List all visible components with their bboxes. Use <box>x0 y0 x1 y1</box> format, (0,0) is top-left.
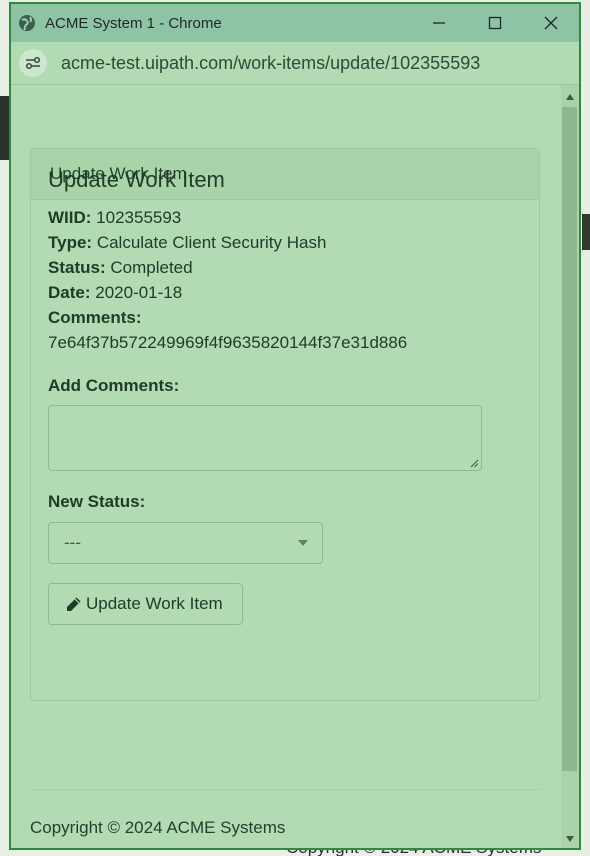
new-status-select[interactable]: --- <box>48 522 323 564</box>
wiid-row: WIID: 102355593 <box>48 205 488 230</box>
status-value: Completed <box>110 258 193 277</box>
close-icon <box>544 16 558 30</box>
date-value: 2020-01-18 <box>95 283 183 302</box>
pencil-icon <box>64 595 82 613</box>
wiid-label: WIID: <box>48 208 92 227</box>
caret-up-icon <box>566 94 574 100</box>
date-label: Date: <box>48 283 91 302</box>
scroll-down-arrow[interactable] <box>561 830 579 848</box>
maximize-icon <box>488 16 502 30</box>
wiid-value: 102355593 <box>96 208 182 227</box>
new-status-label: New Status: <box>48 492 146 511</box>
scroll-up-arrow[interactable] <box>561 88 579 106</box>
chevron-down-icon <box>298 540 308 546</box>
site-settings-icon <box>25 56 41 70</box>
status-row: Status: Completed <box>48 255 488 280</box>
minimize-icon <box>433 22 445 24</box>
background-window-edge <box>582 0 590 856</box>
type-label: Type: <box>48 233 93 252</box>
popup-window: ACME System 1 - Chrome acme-test.uipath.… <box>9 2 581 850</box>
type-row: Type: Calculate Client Security Hash <box>48 230 488 255</box>
footer-copyright: Copyright © 2024 ACME Systems <box>30 818 286 837</box>
page-viewport: Update Work Item Update Work Item WIID: … <box>11 85 561 848</box>
url-text[interactable]: acme-test.uipath.com/work-items/update/1… <box>61 53 480 74</box>
date-row: Date: 2020-01-18 <box>48 280 488 305</box>
resize-grip-icon[interactable] <box>469 458 479 468</box>
page-title: Update Work Item <box>48 167 225 192</box>
add-comments-label: Add Comments: <box>48 376 180 395</box>
maximize-button[interactable] <box>467 4 523 42</box>
window-title: ACME System 1 - Chrome <box>45 14 222 32</box>
update-work-item-button[interactable]: Update Work Item <box>48 583 243 625</box>
panel-body: Update Work Item WIID: 102355593 Type: C… <box>48 167 488 625</box>
address-bar[interactable]: acme-test.uipath.com/work-items/update/1… <box>11 42 579 85</box>
scrollbar-thumb[interactable] <box>562 107 577 771</box>
vertical-scrollbar[interactable] <box>561 85 579 848</box>
background-navbar-fragment-right <box>582 214 590 250</box>
window-controls <box>411 4 579 42</box>
update-work-item-label: Update Work Item <box>86 594 223 613</box>
globe-icon <box>17 13 37 33</box>
close-button[interactable] <box>523 4 579 42</box>
add-comments-textarea[interactable] <box>48 405 482 471</box>
status-label: Status: <box>48 258 106 277</box>
minimize-button[interactable] <box>411 4 467 42</box>
comments-label: Comments: <box>48 308 142 327</box>
title-bar[interactable]: ACME System 1 - Chrome <box>11 4 579 42</box>
caret-down-icon <box>566 836 574 842</box>
comments-value: 7e64f37b572249969f4f9635820144f37e31d886 <box>48 333 408 352</box>
type-value: Calculate Client Security Hash <box>96 233 327 252</box>
new-status-selected-value: --- <box>64 533 81 552</box>
footer-divider <box>30 789 540 790</box>
site-info-button[interactable] <box>19 49 47 77</box>
comments-row: Comments: <box>48 305 488 330</box>
